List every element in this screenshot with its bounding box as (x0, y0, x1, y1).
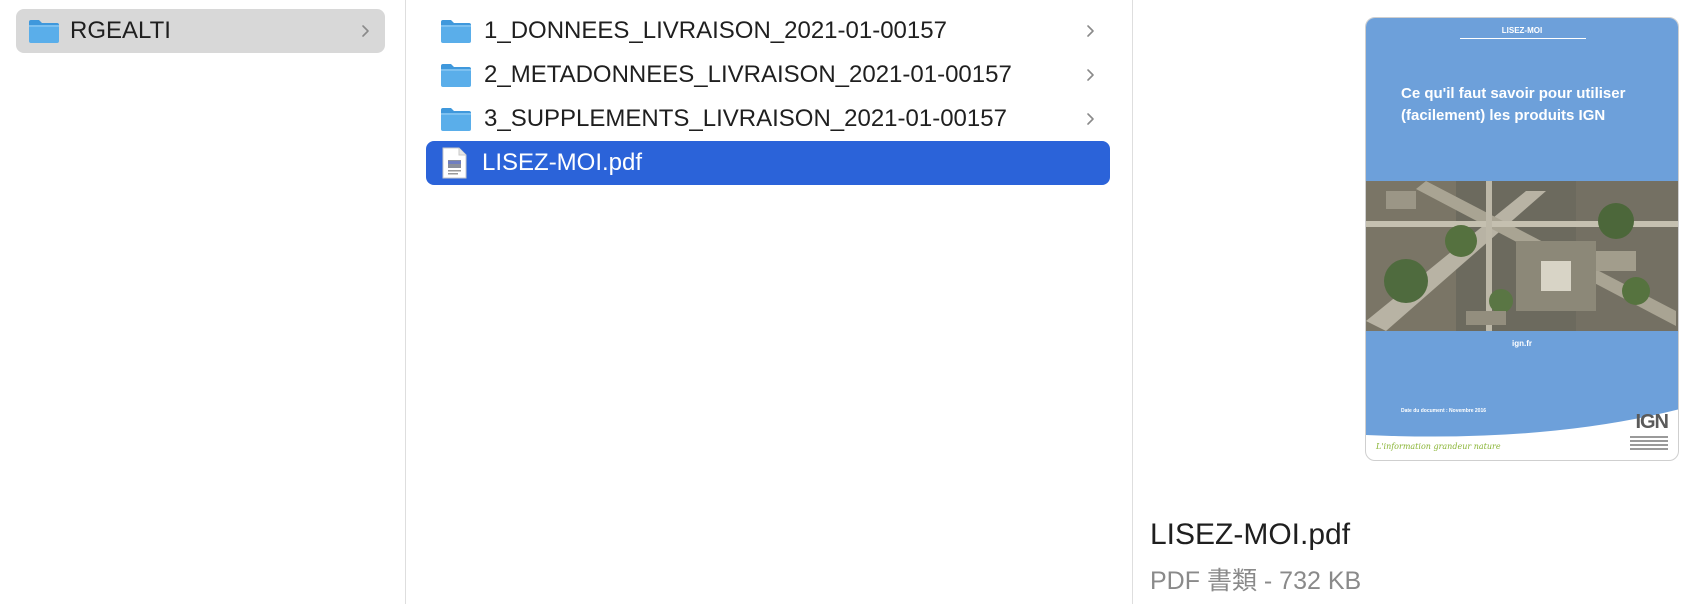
chevron-right-icon (1082, 23, 1098, 39)
ign-logo: IGN (1635, 411, 1669, 433)
thumbnail-heading-line1: Ce qu'il faut savoir pour utiliser (1401, 85, 1626, 102)
chevron-right-icon (1082, 111, 1098, 127)
folder-row-metadonnees[interactable]: 2_METADONNEES_LIVRAISON_2021-01-00157 (426, 53, 1110, 97)
ign-logo-tagline (1630, 434, 1668, 450)
folder-label: 2_METADONNEES_LIVRAISON_2021-01-00157 (484, 61, 1012, 88)
folder-icon (440, 106, 472, 132)
file-row-lisez-moi[interactable]: LISEZ-MOI.pdf (426, 141, 1110, 185)
folder-row-donnees[interactable]: 1_DONNEES_LIVRAISON_2021-01-00157 (426, 9, 1110, 53)
thumbnail-date: Date du document : Novembre 2016 (1401, 408, 1487, 414)
thumbnail-divider (1460, 38, 1586, 39)
aerial-photo-image (1366, 181, 1678, 331)
thumbnail-site: ign.fr (1512, 339, 1532, 348)
folder-row-rgealti[interactable]: RGEALTI (16, 9, 385, 53)
folder-row-supplements[interactable]: 3_SUPPLEMENTS_LIVRAISON_2021-01-00157 (426, 97, 1110, 141)
folder-label: 3_SUPPLEMENTS_LIVRAISON_2021-01-00157 (484, 105, 1007, 132)
folder-icon (28, 18, 60, 44)
chevron-right-icon (1082, 67, 1098, 83)
thumbnail-label: LISEZ-MOI (1501, 26, 1543, 35)
thumbnail-slogan: L'information grandeur nature (1376, 442, 1501, 451)
folder-icon (440, 18, 472, 44)
thumbnail-heading: Ce qu'il faut savoir pour utiliser (faci… (1401, 83, 1661, 127)
column-rgealti: 1_DONNEES_LIVRAISON_2021-01-00157 2_META… (406, 0, 1133, 604)
folder-label: 1_DONNEES_LIVRAISON_2021-01-00157 (484, 17, 947, 44)
preview-file-name: LISEZ-MOI.pdf (1150, 518, 1351, 551)
thumbnail-heading-line2: (facilement) les produits IGN (1401, 107, 1606, 124)
column-root: RGEALTI (0, 0, 406, 604)
folder-label: RGEALTI (70, 17, 171, 44)
preview-file-info: PDF 書類 - 732 KB (1150, 567, 1362, 595)
pdf-preview-thumbnail[interactable]: LISEZ-MOI Ce qu'il faut savoir pour util… (1365, 17, 1679, 461)
file-label: LISEZ-MOI.pdf (482, 149, 643, 176)
chevron-right-icon (357, 23, 373, 39)
folder-icon (440, 62, 472, 88)
pdf-document-icon (442, 147, 467, 179)
